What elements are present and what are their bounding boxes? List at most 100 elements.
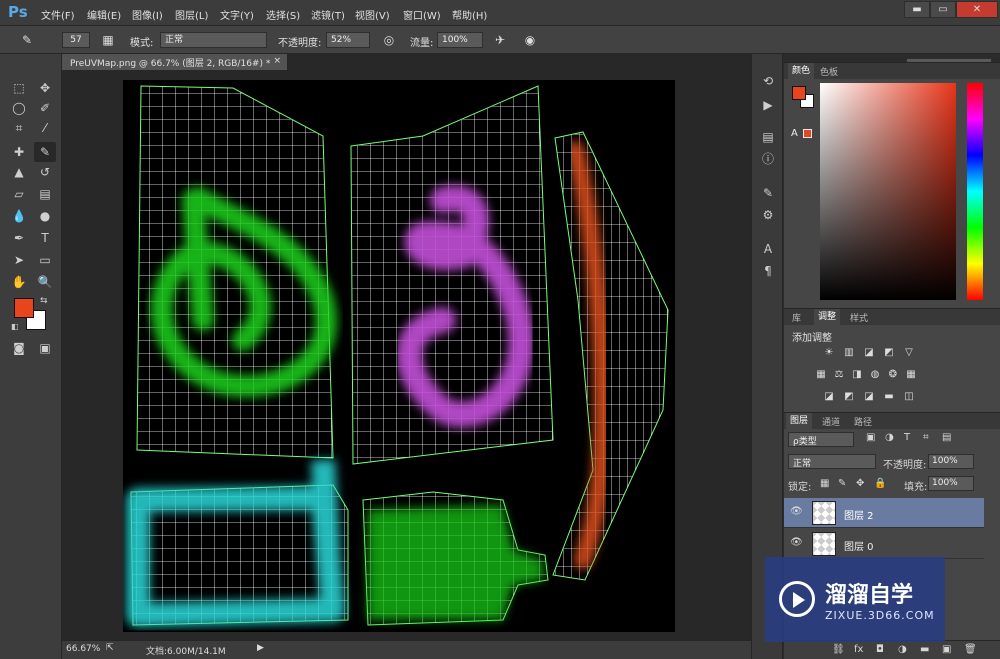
quick-select-tool-icon[interactable]: ✐ <box>34 98 56 118</box>
history-brush-icon[interactable]: ↺ <box>34 162 56 182</box>
pressure-opacity-icon[interactable]: ◎ <box>380 31 398 49</box>
layer-style-icon[interactable]: fx <box>854 644 863 655</box>
brush-tool-icon[interactable]: ✎ <box>34 142 56 162</box>
brightness-icon[interactable]: ☀ <box>822 347 836 359</box>
threshold-icon[interactable]: ◪ <box>862 391 876 403</box>
shape-tool-icon[interactable]: ▭ <box>34 250 56 270</box>
tool-presets-icon[interactable]: ⚙ <box>758 206 778 224</box>
gradient-map-icon[interactable]: ▬ <box>882 391 896 403</box>
airbrush-icon[interactable]: ✈ <box>491 31 509 49</box>
filter-adjustment-icon[interactable]: ◑ <box>885 432 894 443</box>
layer-name[interactable]: 图层 2 <box>844 507 874 522</box>
crop-tool-icon[interactable]: ⌗ <box>8 118 30 138</box>
brush-size-picker[interactable]: 57 <box>62 32 90 48</box>
minimize-button[interactable]: ▬ <box>904 1 930 18</box>
flow-field[interactable]: 100% <box>437 32 483 48</box>
history-icon[interactable]: ⟲ <box>758 72 778 90</box>
actions-play-icon[interactable]: ▶ <box>758 96 778 114</box>
hue-saturation-icon[interactable]: ▦ <box>814 369 828 381</box>
mode-select[interactable]: 正常 <box>160 32 267 48</box>
foreground-color-swatch[interactable] <box>14 298 34 318</box>
tab-styles[interactable]: 样式 <box>850 311 868 324</box>
lock-all-icon[interactable]: 🔒 <box>874 478 886 489</box>
image-canvas[interactable] <box>123 80 675 632</box>
document-tab[interactable]: PreUVMap.png @ 66.7% (图层 2, RGB/16#) * × <box>62 54 288 70</box>
default-colors-icon[interactable]: ◧ <box>11 322 19 331</box>
lasso-tool-icon[interactable]: ◯ <box>8 98 30 118</box>
levels-icon[interactable]: ▥ <box>842 347 856 359</box>
dodge-tool-icon[interactable]: ● <box>34 206 56 226</box>
tab-libraries[interactable]: 库 <box>792 311 801 324</box>
filter-shape-icon[interactable]: ⌗ <box>923 432 929 443</box>
new-group-icon[interactable]: ▬ <box>920 644 929 655</box>
screen-mode-icon[interactable]: ▣ <box>34 338 56 358</box>
visibility-eye-icon[interactable]: 👁 <box>790 506 803 517</box>
brush-panel-icon[interactable]: ▦ <box>99 31 117 49</box>
menu-window[interactable]: 窗口(W) <box>403 7 441 22</box>
eyedropper-tool-icon[interactable]: ⁄ <box>34 118 56 138</box>
menu-help[interactable]: 帮助(H) <box>452 7 487 22</box>
delete-layer-icon[interactable]: 🗑 <box>964 644 977 655</box>
tab-channels[interactable]: 通道 <box>822 415 840 428</box>
close-tab-icon[interactable]: × <box>273 56 281 66</box>
add-mask-icon[interactable]: ◘ <box>876 644 884 655</box>
photo-filter-icon[interactable]: ◍ <box>868 369 882 381</box>
export-icon[interactable]: ⇱ <box>106 643 114 653</box>
opacity-field[interactable]: 52% <box>326 32 370 48</box>
out-of-gamut-swatch[interactable] <box>803 129 812 138</box>
channel-mixer-icon[interactable]: ❂ <box>886 369 900 381</box>
posterize-icon[interactable]: ◩ <box>842 391 856 403</box>
lock-pixels-icon[interactable]: ✎ <box>838 478 846 489</box>
tab-layers[interactable]: 图层 <box>786 413 813 429</box>
layer-opacity-field[interactable]: 100% <box>928 454 974 469</box>
fill-field[interactable]: 100% <box>928 476 974 491</box>
hand-tool-icon[interactable]: ✋ <box>8 272 30 292</box>
eraser-tool-icon[interactable]: ▱ <box>8 184 30 204</box>
menu-image[interactable]: 图像(I) <box>132 7 163 22</box>
properties-icon[interactable]: ▤ <box>758 128 778 146</box>
move-tool-icon[interactable]: ✥ <box>34 78 56 98</box>
filter-smart-object-icon[interactable]: ▤ <box>942 432 951 443</box>
character-icon[interactable]: A <box>758 240 778 258</box>
lock-transparency-icon[interactable]: ▦ <box>820 478 829 489</box>
color-lookup-icon[interactable]: ▦ <box>904 369 918 381</box>
color-balance-icon[interactable]: ⚖ <box>832 369 846 381</box>
blur-tool-icon[interactable]: 💧 <box>8 206 30 226</box>
filter-pixel-icon[interactable]: ▣ <box>866 432 875 443</box>
link-layers-icon[interactable]: ⛓ <box>832 644 845 655</box>
zoom-tool-icon[interactable]: 🔍 <box>34 272 56 292</box>
tab-adjustments[interactable]: 调整 <box>814 309 841 325</box>
status-menu-arrow-icon[interactable]: ▶ <box>257 643 264 653</box>
pressure-size-icon[interactable]: ◉ <box>521 31 539 49</box>
invert-icon[interactable]: ◪ <box>822 391 836 403</box>
panel-foreground-swatch[interactable] <box>792 86 806 100</box>
layer-filter-select[interactable]: ρ类型 <box>788 432 854 447</box>
close-button[interactable]: ✕ <box>956 1 998 18</box>
zoom-level[interactable]: 66.67% <box>66 644 100 654</box>
quick-mask-icon[interactable]: ◙ <box>8 338 30 358</box>
layer-row-layer-0[interactable]: 👁 图层 0 <box>784 529 984 559</box>
menu-view[interactable]: 视图(V) <box>355 7 390 22</box>
paragraph-icon[interactable]: ¶ <box>758 262 778 280</box>
menu-type[interactable]: 文字(Y) <box>220 7 254 22</box>
restore-button[interactable]: ▭ <box>930 1 956 18</box>
visibility-eye-icon[interactable]: 👁 <box>790 537 803 548</box>
brush-presets-icon[interactable]: ✎ <box>758 184 778 202</box>
tab-color[interactable]: 颜色 <box>788 63 815 79</box>
hue-slider[interactable] <box>967 83 983 300</box>
layer-row-layer-2[interactable]: 👁 图层 2 <box>784 498 984 528</box>
menu-filter[interactable]: 滤镜(T) <box>311 7 345 22</box>
menu-select[interactable]: 选择(S) <box>266 7 300 22</box>
blend-mode-select[interactable]: 正常 <box>788 454 876 469</box>
filter-type-icon[interactable]: T <box>904 432 910 443</box>
swap-colors-icon[interactable]: ⇆ <box>40 296 48 306</box>
type-tool-icon[interactable]: T <box>34 228 56 248</box>
stamp-tool-icon[interactable]: ▲ <box>8 162 30 182</box>
brush-tool-preset-icon[interactable]: ✎ <box>18 31 36 49</box>
new-adjustment-icon[interactable]: ◑ <box>898 644 907 655</box>
path-select-tool-icon[interactable]: ➤ <box>8 250 30 270</box>
tab-paths[interactable]: 路径 <box>854 415 872 428</box>
lock-position-icon[interactable]: ✥ <box>856 478 864 489</box>
layer-name[interactable]: 图层 0 <box>844 538 874 553</box>
menu-layer[interactable]: 图层(L) <box>175 7 208 22</box>
